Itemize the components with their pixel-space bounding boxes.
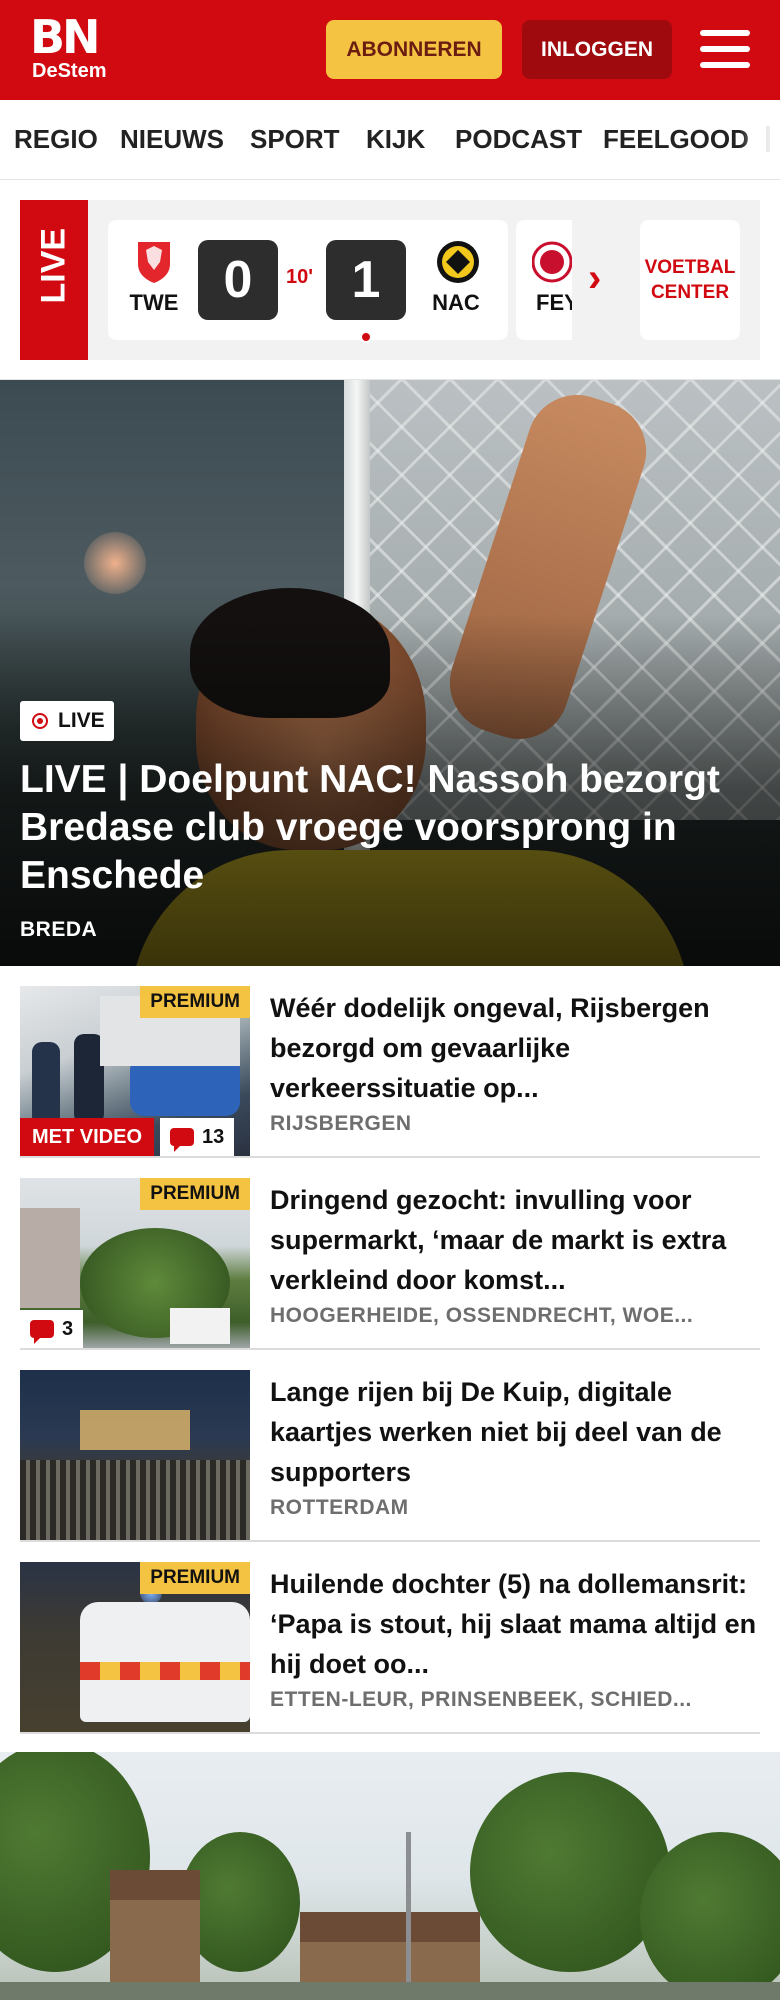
away-team: NAC [426,240,486,316]
home-team-name: TWE [129,290,179,315]
next-team-name: FEY [536,290,572,315]
nav-item-nieuws[interactable]: NIEUWS [120,124,224,155]
site-header: BN DeStem ABONNEREN INLOGGEN [0,0,780,100]
hero-live-label: LIVE [58,709,105,732]
article-location: ROTTERDAM [270,1496,409,1519]
video-badge: MET VIDEO [20,1118,155,1156]
list-item[interactable]: PREMIUM MET VIDEO 13 Wéér dodelijk ongev… [20,966,760,1158]
article-location: HOOGERHEIDE, OSSENDRECHT, WOE... [270,1304,694,1327]
nav-item-kijk[interactable]: KIJK [366,124,425,155]
home-score: 0 [198,240,278,320]
house-roof [110,1870,200,1900]
premium-badge: PREMIUM [140,986,250,1018]
goal-indicator-icon [360,331,372,343]
comment-bubble-icon [30,1320,54,1344]
article-thumbnail: PREMIUM [20,1562,250,1732]
article-location: RIJSBERGEN [270,1112,412,1135]
article-thumbnail [20,1370,250,1540]
live-dot-icon [32,713,48,729]
premium-badge: PREMIUM [140,1178,250,1210]
away-team-name: NAC [432,290,480,315]
comment-count-badge: 3 [20,1310,84,1348]
hero-title[interactable]: LIVE | Doelpunt NAC! Nassoh bezorgt Bred… [20,756,760,900]
home-team: TWE [124,240,184,316]
live-tab: LIVE [20,200,88,360]
voetbal-center-button[interactable]: VOETBAL CENTER [640,220,740,340]
hero-live-badge: LIVE [20,701,114,741]
comment-count: 3 [62,1317,74,1340]
nav-item-regio[interactable]: REGIO [14,124,98,155]
login-button[interactable]: INLOGGEN [522,20,672,79]
site-logo[interactable]: BN DeStem [30,14,114,86]
next-article-image[interactable] [0,1752,780,2000]
hamburger-menu-icon[interactable] [700,26,752,72]
nav-item-podcast[interactable]: PODCAST [455,124,582,155]
main-nav: REGIO NIEUWS SPORT KIJK PODCAST FEELGOOD [0,100,780,180]
chevron-right-icon[interactable]: › [588,258,618,298]
article-location: ETTEN-LEUR, PRINSENBEEK, SCHIED... [270,1688,692,1711]
comment-bubble-icon [170,1128,194,1152]
logo-mark: BN [30,10,101,64]
twente-crest-icon [134,240,174,284]
article-title[interactable]: Dringend gezocht: invulling voor superma… [270,1180,760,1300]
hero-article[interactable]: LIVE LIVE | Doelpunt NAC! Nassoh bezorgt… [0,380,780,966]
match-card-next[interactable]: FEY [516,220,572,340]
match-minute: 10' [286,266,314,288]
scores-container: LIVE TWE 0 10' 1 NAC FEY › VOETBAL CENTE… [20,200,760,360]
article-thumbnail: PREMIUM 3 [20,1178,250,1348]
nav-fade [740,100,780,179]
match-card-twe-nac[interactable]: TWE 0 10' 1 NAC [108,220,508,343]
list-item[interactable]: PREMIUM 3 Dringend gezocht: invulling vo… [20,1158,760,1350]
article-thumbnail: PREMIUM MET VIDEO 13 [20,986,250,1156]
live-tab-label: LIVE [34,227,73,304]
nav-item-sport[interactable]: SPORT [250,124,340,155]
tree-right [470,1772,670,1972]
nav-item-feelgood[interactable]: FEELGOOD [603,124,749,155]
away-score: 1 [326,240,406,320]
comment-count: 13 [202,1125,225,1148]
list-item[interactable]: Lange rijen bij De Kuip, digitale kaartj… [20,1350,760,1542]
premium-badge: PREMIUM [140,1562,250,1594]
house-roof-2 [300,1912,480,1942]
article-title[interactable]: Lange rijen bij De Kuip, digitale kaartj… [270,1372,760,1492]
article-title[interactable]: Huilende dochter (5) na dollemansrit: ‘P… [270,1564,760,1684]
subscribe-button[interactable]: ABONNEREN [326,20,502,79]
nac-crest-icon [436,240,479,284]
street-lamp [406,1832,411,2000]
list-item[interactable]: PREMIUM Huilende dochter (5) na dolleman… [20,1542,760,1734]
comment-count-badge: 13 [160,1118,235,1156]
feyenoord-crest-icon [531,240,572,284]
hero-location: BREDA [20,918,98,941]
live-scores-strip: LIVE TWE 0 10' 1 NAC FEY › VOETBAL CENTE… [0,180,780,380]
street [0,1982,780,2000]
logo-subtitle: DeStem [32,60,107,82]
article-title[interactable]: Wéér dodelijk ongeval, Rijsbergen bezorg… [270,988,760,1108]
